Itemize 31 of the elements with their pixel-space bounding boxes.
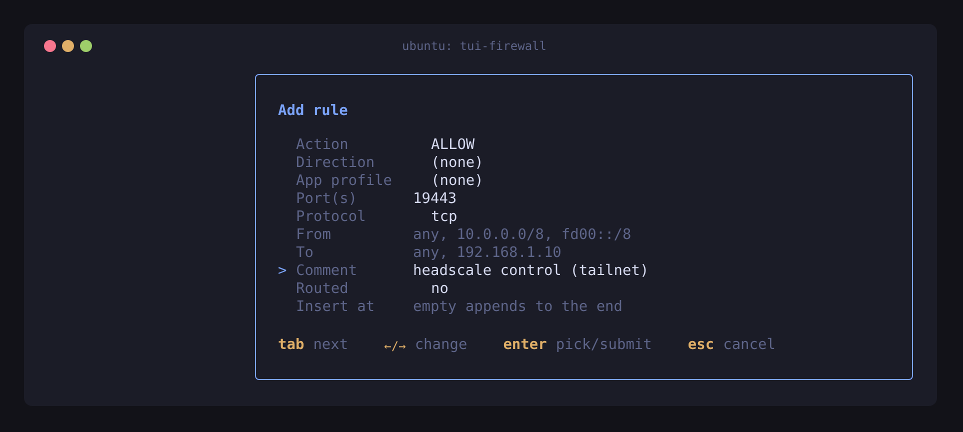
key-hint: ←/→ — [384, 338, 406, 355]
input-field[interactable]: headscale control (tailnet) — [413, 263, 649, 280]
field-label: Direction — [296, 154, 376, 174]
close-icon[interactable] — [44, 40, 56, 52]
select-value[interactable]: tcp — [431, 209, 458, 226]
key-hint: enter — [503, 336, 547, 356]
select-value[interactable]: (none) — [431, 155, 484, 172]
select-value[interactable]: (none) — [431, 173, 484, 190]
field-label: Protocol — [296, 208, 367, 228]
field-label: Comment — [296, 262, 358, 282]
dialog-title: Add rule — [278, 102, 348, 121]
hint-label: pick/submit — [556, 336, 652, 356]
window-title: ubuntu: tui-firewall — [402, 38, 546, 55]
field-label: Insert at — [296, 298, 376, 318]
key-hint: tab — [278, 336, 304, 356]
minimize-icon[interactable] — [62, 40, 74, 52]
field-label: To — [296, 244, 314, 264]
field-label: App profile — [296, 172, 394, 192]
field-label: Port(s) — [296, 190, 358, 210]
field-label: Routed — [296, 280, 350, 300]
key-hint: esc — [688, 336, 714, 356]
select-value[interactable]: ALLOW — [431, 137, 475, 154]
field-label: From — [296, 226, 332, 246]
select-value[interactable]: no — [431, 281, 448, 298]
hint-label: cancel — [723, 336, 776, 356]
hint-label: change — [414, 336, 468, 356]
field-label: Action — [296, 136, 350, 156]
input-field[interactable]: 19443 — [413, 191, 457, 208]
hint-label: next — [313, 336, 348, 356]
maximize-icon[interactable] — [80, 40, 92, 52]
cursor-marker: > — [278, 263, 287, 280]
